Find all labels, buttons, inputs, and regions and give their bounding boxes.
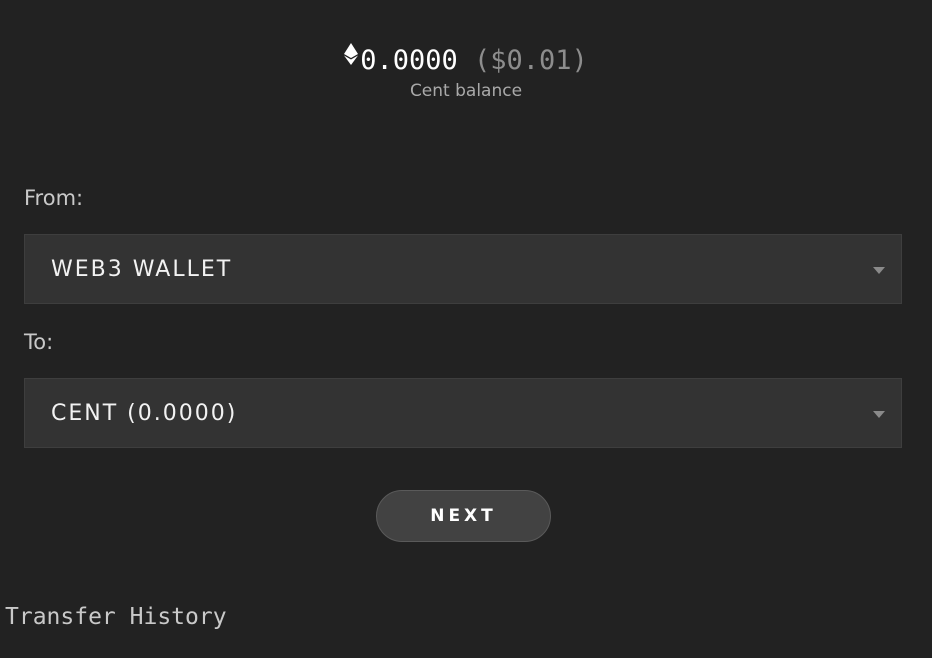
balance-usd: ($0.01) — [474, 45, 588, 76]
balance-display: 0.0000 ($0.01) Cent balance — [0, 42, 932, 103]
balance-label: Cent balance — [409, 80, 523, 101]
to-select-value: CENT (0.0000) — [51, 401, 238, 426]
chevron-down-icon — [873, 411, 885, 418]
next-button[interactable]: NEXT — [376, 490, 551, 542]
from-select-value: WEB3 WALLET — [51, 257, 233, 282]
chevron-down-icon — [873, 267, 885, 274]
from-select[interactable]: WEB3 WALLET — [24, 234, 902, 304]
to-select[interactable]: CENT (0.0000) — [24, 378, 902, 448]
from-label: From: — [24, 186, 84, 210]
balance-line: 0.0000 ($0.01) — [0, 42, 932, 79]
balance-amount: 0.0000 — [360, 45, 458, 76]
to-label: To: — [24, 330, 54, 354]
transfer-history-title: Transfer History — [5, 604, 227, 630]
transfer-page: 0.0000 ($0.01) Cent balance From: WEB3 W… — [0, 0, 932, 658]
ethereum-icon — [344, 40, 359, 74]
